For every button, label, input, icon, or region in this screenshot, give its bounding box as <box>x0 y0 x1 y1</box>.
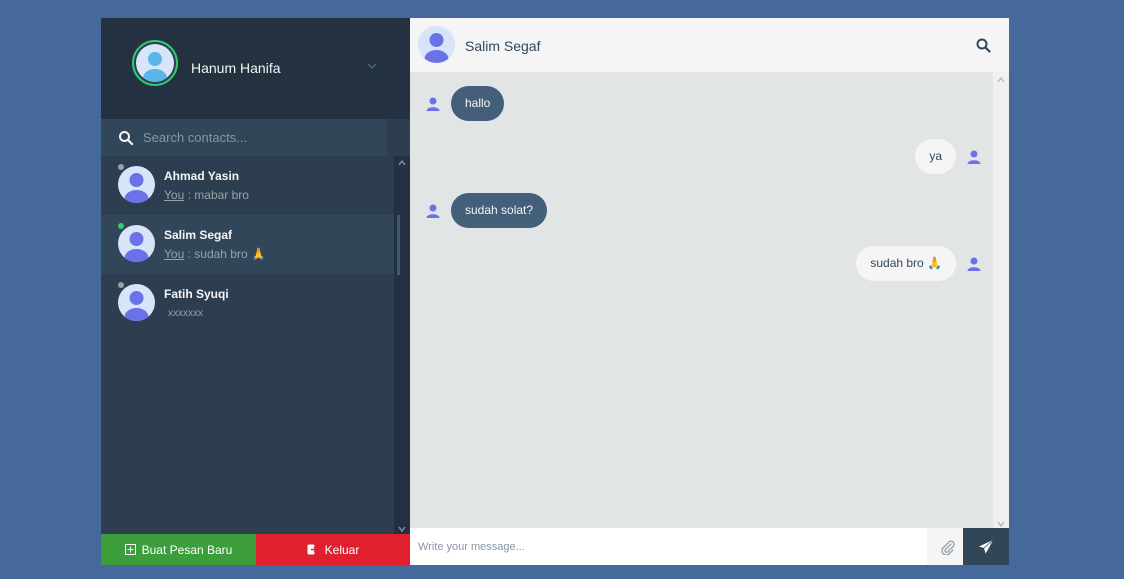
preview-separator: : <box>187 188 191 202</box>
contact-preview: You : mabar bro <box>164 188 249 202</box>
chat-panel: Salim Segaf hallo ya sudah solat? sudah … <box>410 18 1009 565</box>
preview-text: mabar bro <box>194 188 249 202</box>
search-input[interactable] <box>143 130 373 145</box>
message-sent: ya <box>915 139 982 174</box>
chevron-down-icon[interactable] <box>366 60 378 72</box>
you-label: You <box>164 247 185 261</box>
preview-text: xxxxxxx <box>168 308 203 319</box>
user-avatar-icon <box>136 44 174 82</box>
contact-avatar-icon <box>118 284 155 321</box>
profile-name: Hanum Hanifa <box>191 60 281 76</box>
contact-name: Ahmad Yasin <box>164 169 240 183</box>
contact-item-ahmad-yasin[interactable]: Ahmad Yasin You : mabar bro <box>101 156 394 215</box>
profile-panel[interactable]: Hanum Hanifa <box>101 18 410 119</box>
contact-avatar-icon <box>118 166 155 203</box>
message-received: hallo <box>425 86 505 121</box>
scroll-thumb[interactable] <box>397 215 400 275</box>
contact-list: Ahmad Yasin You : mabar bro Salim Segaf … <box>101 156 394 534</box>
paper-plane-icon <box>979 539 994 553</box>
contact-avatar-icon <box>118 225 155 262</box>
message-bubble: ya <box>915 139 956 174</box>
scroll-up-icon[interactable] <box>397 158 407 168</box>
logout-label: Keluar <box>324 542 360 557</box>
status-dot <box>118 223 124 229</box>
send-button[interactable] <box>963 528 1009 565</box>
profile-avatar[interactable] <box>132 40 178 86</box>
scroll-down-icon[interactable] <box>397 524 407 534</box>
contact-name: Fatih Syuqi <box>164 287 229 301</box>
chat-app: Hanum Hanifa Ahmad Yasin You : mabar bro <box>101 18 1009 565</box>
scroll-up-icon[interactable] <box>996 76 1006 84</box>
contact-scrollbar[interactable] <box>394 156 410 534</box>
chat-header: Salim Segaf <box>410 18 1009 72</box>
message-scrollbar[interactable] <box>993 72 1009 528</box>
contact-search <box>101 119 387 156</box>
status-dot <box>118 164 124 170</box>
contact-item-salim-segaf[interactable]: Salim Segaf You : sudah bro 🙏 <box>101 215 394 274</box>
message-received: sudah solat? <box>425 193 548 228</box>
logout-button[interactable]: Keluar <box>256 534 410 565</box>
you-label: You <box>164 188 185 202</box>
message-input[interactable] <box>410 528 927 565</box>
message-composer <box>410 528 1009 565</box>
message-bubble: hallo <box>451 86 505 121</box>
preview-text: sudah bro 🙏 <box>194 247 266 261</box>
message-sent: sudah bro 🙏 <box>856 246 982 281</box>
sign-out-icon <box>307 544 318 555</box>
chat-contact-avatar-icon <box>418 26 455 63</box>
paperclip-icon[interactable] <box>940 539 956 555</box>
search-gap <box>387 119 410 156</box>
message-list: hallo ya sudah solat? sudah bro 🙏 <box>410 72 993 528</box>
sidebar: Hanum Hanifa Ahmad Yasin You : mabar bro <box>101 18 410 565</box>
contact-item-fatih-syuqi[interactable]: Fatih Syuqi xxxxxxx <box>101 274 394 333</box>
message-bubble: sudah solat? <box>451 193 548 228</box>
new-message-label: Buat Pesan Baru <box>141 542 233 557</box>
scroll-down-icon[interactable] <box>996 520 1006 528</box>
new-message-button[interactable]: Buat Pesan Baru <box>101 534 256 565</box>
contact-preview: You : sudah bro 🙏 <box>164 247 266 261</box>
plus-square-icon <box>124 544 136 555</box>
search-icon <box>119 130 134 145</box>
preview-separator: : <box>187 247 191 261</box>
user-icon <box>426 97 440 111</box>
message-bubble: sudah bro 🙏 <box>856 246 956 281</box>
user-icon <box>967 257 981 271</box>
user-icon <box>426 204 440 218</box>
user-icon <box>967 150 981 164</box>
status-dot <box>118 282 124 288</box>
contact-name: Salim Segaf <box>164 228 233 242</box>
chat-contact-name: Salim Segaf <box>465 38 541 54</box>
contact-preview: xxxxxxx <box>168 308 203 319</box>
search-icon[interactable] <box>976 38 991 53</box>
